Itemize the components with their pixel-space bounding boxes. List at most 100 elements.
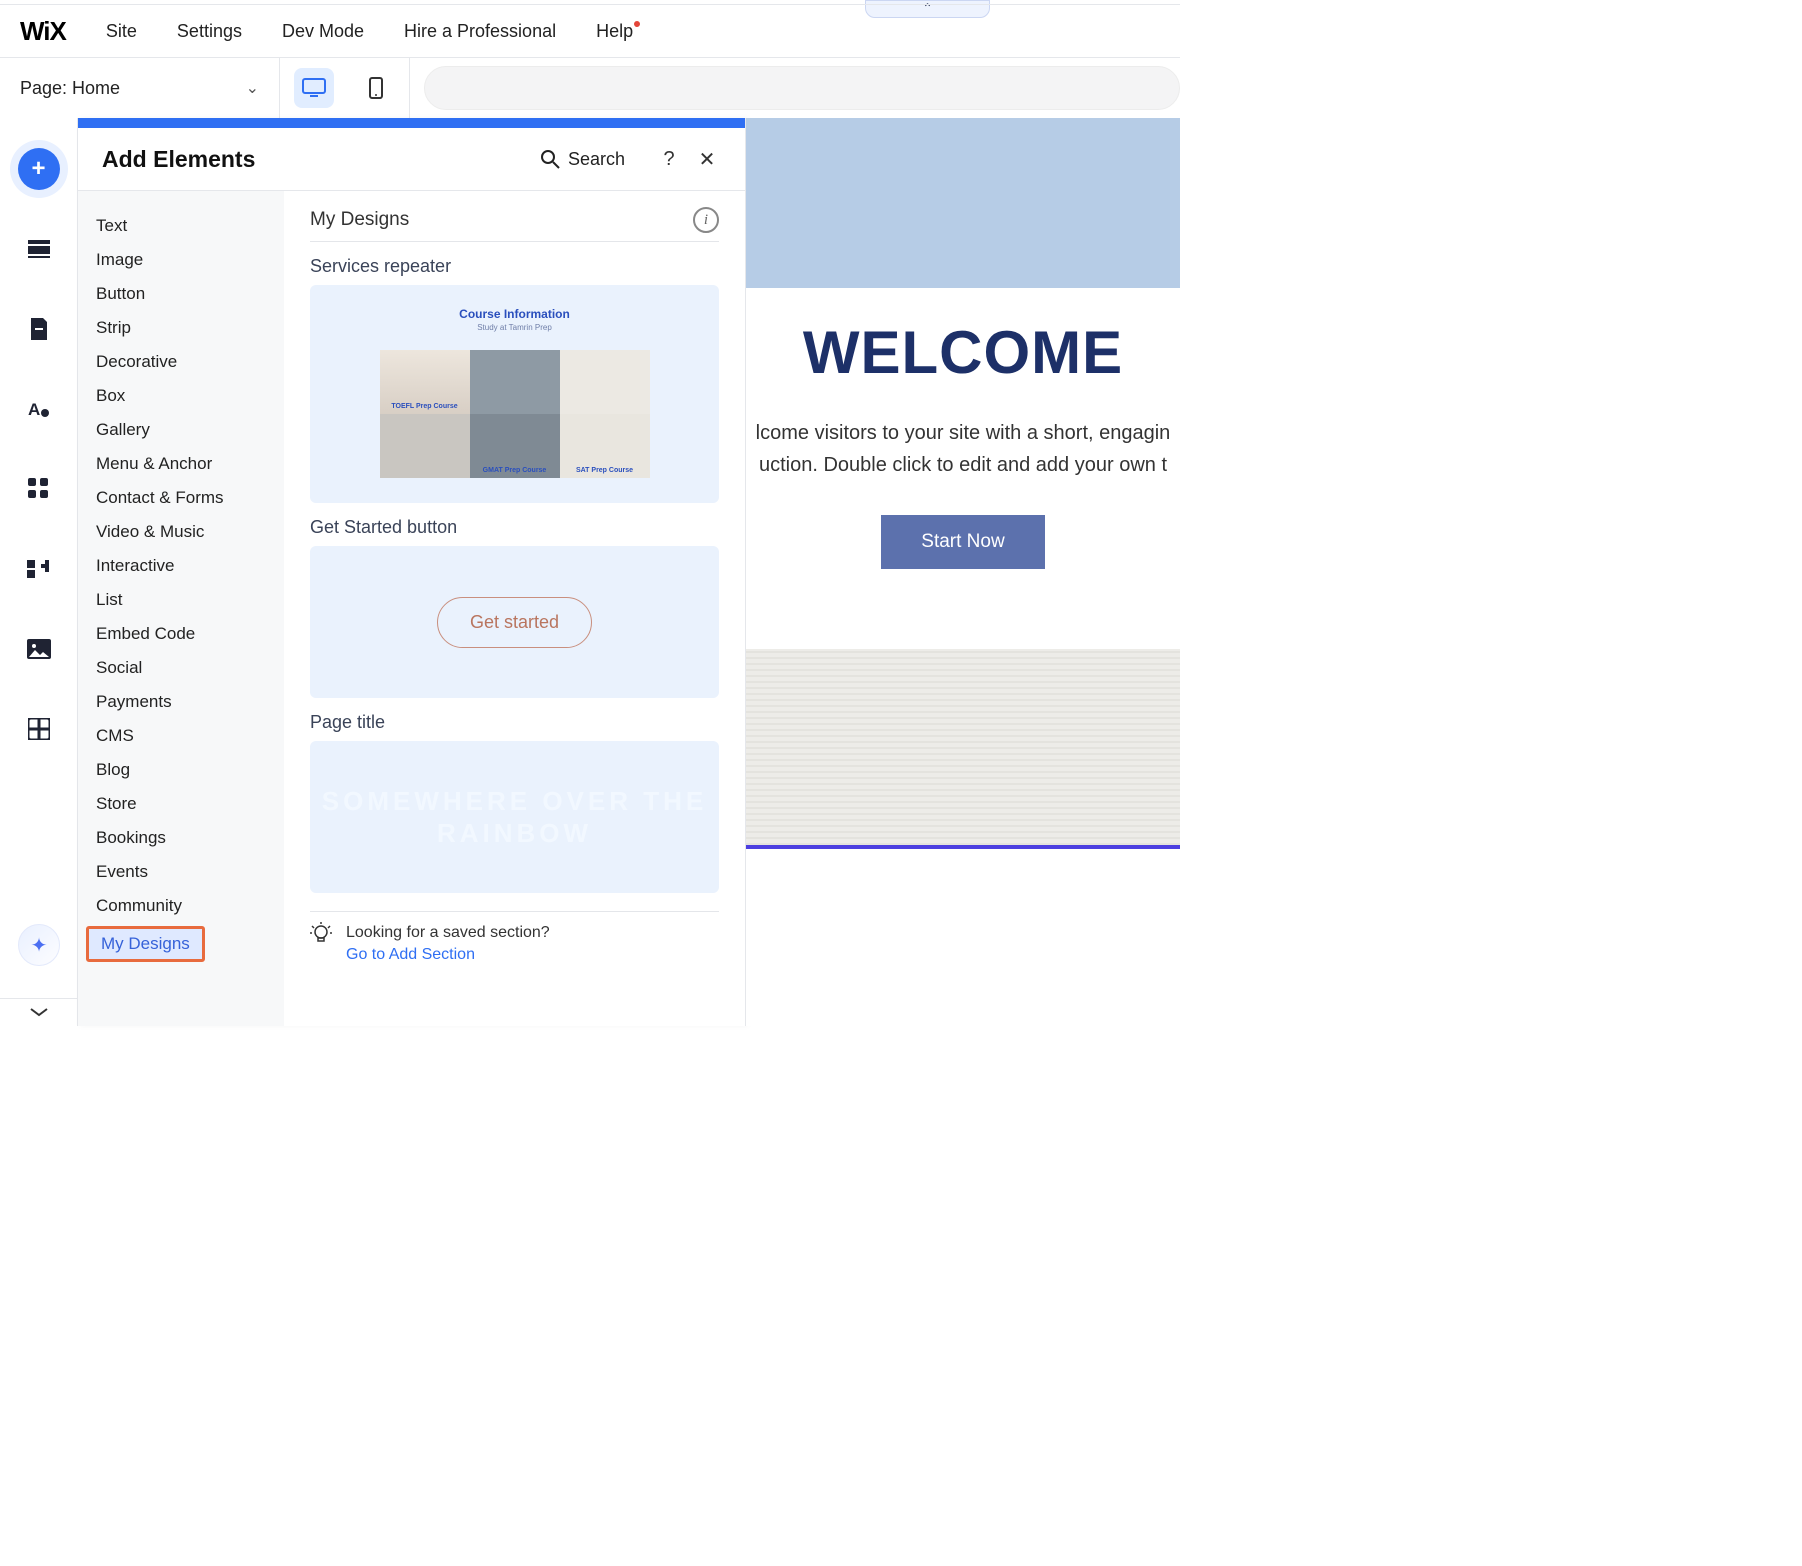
design-item-pagetitle[interactable]: SOMEWHERE OVER THE RAINBOW bbox=[310, 741, 719, 893]
chevron-down-icon: ⌄ bbox=[246, 78, 259, 98]
divider bbox=[310, 911, 719, 912]
collapse-icon bbox=[29, 1007, 49, 1019]
svg-text:A: A bbox=[28, 400, 40, 419]
menu-devmode[interactable]: Dev Mode bbox=[282, 21, 364, 42]
detail-heading: My Designs bbox=[310, 209, 409, 231]
category-button[interactable]: Button bbox=[78, 277, 284, 311]
category-blog[interactable]: Blog bbox=[78, 753, 284, 787]
ai-assist-button[interactable]: ✦ bbox=[18, 924, 60, 966]
plus-icon: + bbox=[31, 155, 45, 183]
category-events[interactable]: Events bbox=[78, 855, 284, 889]
hero-paragraph-line: lcome visitors to your site with a short… bbox=[756, 422, 1171, 444]
toolbar-addons[interactable] bbox=[18, 548, 60, 590]
editor-canvas[interactable]: WELCOME lcome visitors to your site with… bbox=[746, 118, 1180, 1026]
category-social[interactable]: Social bbox=[78, 651, 284, 685]
device-toggle bbox=[280, 58, 410, 118]
services-tile bbox=[470, 414, 560, 478]
services-tile bbox=[380, 350, 470, 414]
hint-question: Looking for a saved section? bbox=[346, 924, 550, 942]
services-tile bbox=[560, 414, 650, 478]
design-item-getstarted[interactable]: Get started bbox=[310, 546, 719, 698]
category-payments[interactable]: Payments bbox=[78, 685, 284, 719]
notification-dot-icon bbox=[634, 21, 640, 27]
panel-help-button[interactable]: ? bbox=[655, 148, 683, 171]
top-menu-bar: WiX Site Settings Dev Mode Hire a Profes… bbox=[0, 4, 1180, 58]
mobile-view-button[interactable] bbox=[356, 68, 396, 108]
pagetitle-preview-text: SOMEWHERE OVER THE RAINBOW bbox=[310, 785, 719, 850]
category-cms[interactable]: CMS bbox=[78, 719, 284, 753]
panel-title: Add Elements bbox=[102, 146, 540, 173]
add-elements-panel: Add Elements Search ? ✕ Text Image Butto… bbox=[78, 118, 746, 1026]
panel-close-button[interactable]: ✕ bbox=[693, 147, 721, 172]
url-bar[interactable] bbox=[424, 66, 1180, 110]
toolbar-cms[interactable] bbox=[18, 708, 60, 750]
toolbar-sections[interactable] bbox=[18, 228, 60, 270]
add-elements-button[interactable]: + bbox=[18, 148, 60, 190]
media-icon bbox=[27, 639, 51, 659]
menu-hire[interactable]: Hire a Professional bbox=[404, 21, 556, 42]
sections-icon bbox=[28, 240, 50, 258]
toolbar-collapse[interactable] bbox=[0, 998, 78, 1026]
page-selector-label: Page: Home bbox=[20, 78, 120, 99]
category-embed[interactable]: Embed Code bbox=[78, 617, 284, 651]
category-video-music[interactable]: Video & Music bbox=[78, 515, 284, 549]
panel-detail: My Designs i Services repeater Course In… bbox=[284, 191, 745, 1026]
editor-subbar: Page: Home ⌄ bbox=[0, 58, 1180, 118]
services-tile bbox=[470, 350, 560, 414]
desktop-icon bbox=[302, 78, 326, 98]
sand-section bbox=[746, 649, 1180, 849]
category-community[interactable]: Community bbox=[78, 889, 284, 923]
category-list-el[interactable]: List bbox=[78, 583, 284, 617]
services-preview-title: Course Information bbox=[459, 307, 570, 321]
services-preview-sub: Study at Tamrin Prep bbox=[477, 323, 552, 332]
search-icon bbox=[540, 149, 560, 169]
mobile-icon bbox=[369, 77, 383, 99]
services-preview-grid bbox=[380, 350, 650, 478]
category-store[interactable]: Store bbox=[78, 787, 284, 821]
cms-icon bbox=[28, 718, 50, 740]
menu-settings[interactable]: Settings bbox=[177, 21, 242, 42]
desktop-view-button[interactable] bbox=[294, 68, 334, 108]
page-selector[interactable]: Page: Home ⌄ bbox=[0, 58, 280, 118]
design-item-label-getstarted: Get Started button bbox=[310, 517, 719, 538]
category-text[interactable]: Text bbox=[78, 209, 284, 243]
sparkle-icon: ✦ bbox=[31, 933, 48, 958]
hero-cta-button[interactable]: Start Now bbox=[881, 515, 1044, 569]
toolbar-pages[interactable] bbox=[18, 308, 60, 350]
menu-help-label: Help bbox=[596, 21, 633, 41]
left-toolbar: + A ✦ bbox=[0, 118, 78, 1026]
design-item-label-services: Services repeater bbox=[310, 256, 719, 277]
toolbar-apps[interactable] bbox=[18, 468, 60, 510]
page-icon bbox=[29, 318, 49, 340]
services-tile bbox=[560, 350, 650, 414]
addon-icon bbox=[27, 558, 51, 580]
design-item-services[interactable]: Course Information Study at Tamrin Prep bbox=[310, 285, 719, 503]
toolbar-design[interactable]: A bbox=[18, 388, 60, 430]
toolbar-media[interactable] bbox=[18, 628, 60, 670]
category-interactive[interactable]: Interactive bbox=[78, 549, 284, 583]
lightbulb-icon bbox=[310, 922, 332, 952]
category-bookings[interactable]: Bookings bbox=[78, 821, 284, 855]
category-list: Text Image Button Strip Decorative Box G… bbox=[78, 191, 284, 1026]
category-decorative[interactable]: Decorative bbox=[78, 345, 284, 379]
category-gallery[interactable]: Gallery bbox=[78, 413, 284, 447]
category-box[interactable]: Box bbox=[78, 379, 284, 413]
category-image[interactable]: Image bbox=[78, 243, 284, 277]
hero-paragraph-line: uction. Double click to edit and add you… bbox=[759, 454, 1167, 476]
panel-header: Add Elements Search ? ✕ bbox=[78, 128, 745, 190]
wix-logo[interactable]: WiX bbox=[20, 16, 66, 47]
category-strip[interactable]: Strip bbox=[78, 311, 284, 345]
panel-accent-strip bbox=[78, 118, 745, 128]
saved-section-hint: Looking for a saved section? Go to Add S… bbox=[310, 924, 719, 964]
category-contact-forms[interactable]: Contact & Forms bbox=[78, 481, 284, 515]
hero-heading[interactable]: WELCOME bbox=[746, 318, 1180, 387]
category-menu-anchor[interactable]: Menu & Anchor bbox=[78, 447, 284, 481]
hint-link-add-section[interactable]: Go to Add Section bbox=[346, 946, 550, 964]
panel-search[interactable]: Search bbox=[540, 149, 625, 170]
info-icon[interactable]: i bbox=[693, 207, 719, 233]
menu-help[interactable]: Help bbox=[596, 21, 639, 42]
design-icon: A bbox=[28, 398, 50, 420]
category-my-designs[interactable]: My Designs bbox=[78, 923, 284, 965]
hero-paragraph[interactable]: lcome visitors to your site with a short… bbox=[746, 417, 1180, 481]
menu-site[interactable]: Site bbox=[106, 21, 137, 42]
